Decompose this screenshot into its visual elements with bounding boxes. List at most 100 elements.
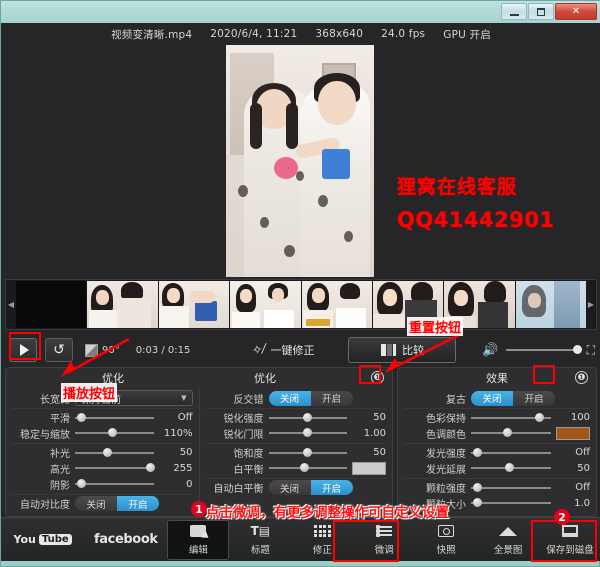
volume-control[interactable]: 🔊 ⛶ <box>482 343 596 358</box>
auto-contrast-off[interactable]: 关闭 <box>75 496 117 511</box>
minimize-button[interactable] <box>501 3 527 20</box>
slider-saturation[interactable] <box>268 447 347 459</box>
info-resolution: 368x640 <box>315 28 364 40</box>
label-auto-contrast: 自动对比度 <box>20 500 70 511</box>
toggle-deinterlace[interactable]: 关闭 开启 <box>268 390 353 406</box>
filmstrip-thumbnails[interactable] <box>16 281 586 328</box>
row-glow-strength[interactable]: 发光强度 Off <box>404 443 590 460</box>
retro-off[interactable]: 关闭 <box>471 390 513 406</box>
slider-glow-strength[interactable] <box>471 447 551 459</box>
slider-glow-spread[interactable] <box>471 462 551 474</box>
row-auto-white-balance[interactable]: 自动白平衡 关闭 开启 <box>205 478 386 495</box>
toggle-retro[interactable]: 关闭 开启 <box>471 390 555 406</box>
nav-snapshot[interactable]: 快照 <box>415 520 477 560</box>
thumbnail-frame[interactable] <box>16 281 87 328</box>
nav-panorama[interactable]: 全景图 <box>477 520 539 560</box>
thumbnail-frame[interactable] <box>515 281 586 328</box>
effects-info-icon[interactable]: ❶ <box>575 371 588 384</box>
row-deinterlace[interactable]: 反交错 关闭 开启 <box>206 390 387 406</box>
video-preview-stage[interactable]: 狸窝在线客服 QQ41442901 <box>1 45 600 277</box>
deinterlace-off[interactable]: 关闭 <box>268 390 311 406</box>
info-datetime: 2020/6/4, 11:21 <box>210 28 298 40</box>
video-frame <box>226 45 374 277</box>
facebook-logo-icon: facebook <box>94 532 158 548</box>
nav-correct[interactable]: 修正 <box>291 520 353 560</box>
auto-wb-on[interactable]: 开启 <box>310 480 353 495</box>
label-tint-color: 色调颜色 <box>426 429 466 441</box>
thumbnail-frame[interactable] <box>87 281 158 328</box>
filmstrip-left-arrow[interactable]: ◀ <box>6 280 16 329</box>
label-shadow: 阴影 <box>50 480 70 492</box>
slider-grain-strength[interactable] <box>471 482 551 494</box>
close-icon[interactable]: ✕ <box>555 3 597 20</box>
row-glow-spread[interactable]: 发光延展 50 <box>404 460 590 476</box>
filmstrip-right-arrow[interactable]: ▶ <box>586 280 596 329</box>
row-sharpen-threshold[interactable]: 锐化门限 1.00 <box>206 425 387 441</box>
nav-edit-label: 编辑 <box>188 545 208 556</box>
auto-contrast-on[interactable]: 开启 <box>117 496 159 511</box>
volume-slider[interactable] <box>505 345 582 354</box>
row-auto-contrast[interactable]: 自动对比度 关闭 开启 <box>12 494 193 511</box>
watermark-line-1: 狸窝在线客服 <box>397 176 518 198</box>
panel-effects: 效果 ❶ 复古 关闭 开启 色彩保持 100 色调颜色 发光强度 Off 发光延… <box>397 367 597 517</box>
row-retro[interactable]: 复古 关闭 开启 <box>404 390 590 406</box>
snapshot-icon <box>438 523 455 539</box>
slider-sharpen-threshold[interactable] <box>268 427 347 439</box>
row-saturation[interactable]: 饱和度 50 <box>205 443 386 460</box>
title-icon: T▤ <box>250 524 271 538</box>
row-color-retention[interactable]: 色彩保持 100 <box>404 408 590 425</box>
play-button[interactable] <box>9 338 37 362</box>
slider-shadow[interactable] <box>75 478 154 490</box>
annotation-arrow-play <box>61 337 130 377</box>
slider-grain-size[interactable] <box>471 497 551 509</box>
row-smooth[interactable]: 平滑 Off <box>12 408 193 425</box>
row-highlight[interactable]: 高光 255 <box>12 460 193 476</box>
row-fill-light[interactable]: 补光 50 <box>12 443 193 460</box>
slider-highlight[interactable] <box>75 462 155 474</box>
tint-color-swatch[interactable] <box>556 426 590 440</box>
auto-wb-off[interactable]: 关闭 <box>268 480 311 495</box>
value-shadow: 0 <box>186 478 193 490</box>
filmstrip[interactable]: ◀ ▶ <box>5 279 597 330</box>
row-sharpen-strength[interactable]: 锐化强度 50 <box>205 408 386 425</box>
window-controls: ✕ <box>501 3 597 20</box>
label-deinterlace: 反交错 <box>233 394 264 406</box>
facebook-text: facebook <box>94 532 158 547</box>
row-shadow[interactable]: 阴影 0 <box>12 476 193 492</box>
row-white-balance[interactable]: 白平衡 <box>206 460 386 476</box>
nav-facebook[interactable]: facebook <box>84 520 167 560</box>
thumbnail-frame[interactable] <box>301 281 372 328</box>
retro-on[interactable]: 开启 <box>513 390 555 406</box>
fullscreen-icon[interactable]: ⛶ <box>587 343 596 358</box>
nav-save-disk[interactable]: 保存到磁盘 <box>539 520 600 560</box>
row-stabilize-zoom[interactable]: 稳定与缩放 110% <box>12 425 193 441</box>
slider-tint-color[interactable] <box>471 427 551 439</box>
panorama-icon <box>499 523 518 539</box>
nav-edit[interactable]: 编辑 <box>167 519 230 560</box>
panel-effects-title: 效果 <box>486 372 508 385</box>
deinterlace-on[interactable]: 开启 <box>310 390 353 406</box>
slider-color-retention[interactable] <box>471 412 551 424</box>
slider-smooth[interactable] <box>75 412 154 424</box>
thumbnail-frame[interactable] <box>158 281 230 328</box>
nav-title[interactable]: T▤ 标题 <box>229 520 291 560</box>
value-stabilize-zoom: 110% <box>163 427 193 439</box>
slider-fill-light[interactable] <box>75 447 154 459</box>
speaker-icon[interactable]: 🔊 <box>482 343 498 358</box>
volume-knob[interactable] <box>572 345 582 354</box>
value-color-retention: 100 <box>570 412 590 423</box>
white-balance-swatch[interactable] <box>352 461 386 475</box>
nav-youtube[interactable]: You Tube <box>1 520 84 560</box>
maximize-button[interactable] <box>528 3 554 20</box>
toggle-auto-contrast[interactable]: 关闭 开启 <box>75 496 159 511</box>
row-grain-strength[interactable]: 颗粒强度 Off <box>404 478 590 495</box>
toggle-auto-white-balance[interactable]: 关闭 开启 <box>268 480 353 495</box>
one-click-fix-button[interactable]: ✧⁄ 一键修正 <box>251 342 314 359</box>
media-info-bar: 视频变清晰.mp4 2020/6/4, 11:21 368x640 24.0 f… <box>1 23 600 45</box>
nav-tune[interactable]: 微调 <box>353 520 415 560</box>
slider-white-balance[interactable] <box>268 462 347 474</box>
slider-sharpen-strength[interactable] <box>268 412 347 424</box>
thumbnail-frame[interactable] <box>230 281 301 328</box>
slider-stabilize-zoom[interactable] <box>75 427 154 439</box>
row-tint-color[interactable]: 色调颜色 <box>404 425 590 441</box>
